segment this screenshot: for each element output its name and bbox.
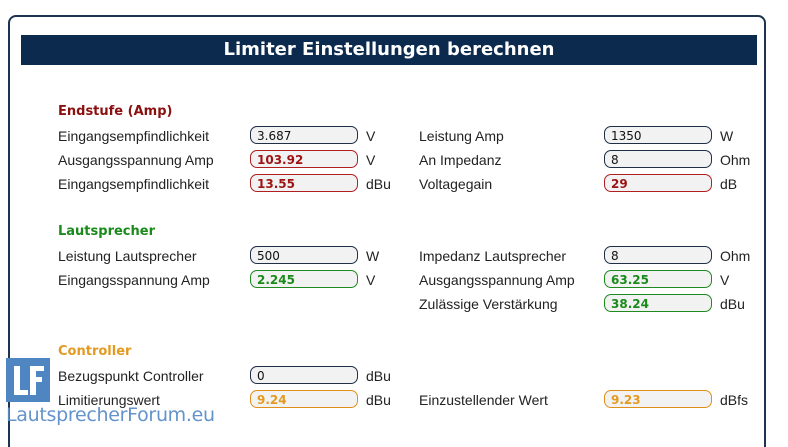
- amp-output-voltage-field[interactable]: 103.92: [250, 150, 358, 168]
- amp-sensitivity-input[interactable]: 3.687: [250, 126, 358, 144]
- controller-set-value-field[interactable]: 9.23: [604, 390, 712, 408]
- amp-impedance-label: An Impedanz: [419, 152, 502, 168]
- speaker-allowed-gain-unit: dBu: [720, 296, 745, 312]
- amp-power-input[interactable]: 1350: [604, 126, 712, 144]
- lautsprecherforum-logo-icon: [6, 358, 50, 402]
- amp-voltage-gain-label: Voltagegain: [419, 176, 493, 192]
- amp-sensitivity-dbu-label: Eingangsempfindlichkeit: [58, 176, 209, 192]
- amp-voltage-gain-unit: dB: [720, 176, 738, 192]
- amp-impedance-input[interactable]: 8: [604, 150, 712, 168]
- amp-impedance-unit: Ohm: [720, 152, 751, 168]
- controller-set-value-label: Einzustellender Wert: [419, 392, 548, 408]
- amp-sensitivity-dbu-unit: dBu: [366, 176, 391, 192]
- speaker-power-input[interactable]: 500: [250, 246, 358, 264]
- speaker-output-voltage-label: Ausgangsspannung Amp: [419, 272, 575, 288]
- amp-output-voltage-label: Ausgangsspannung Amp: [58, 152, 214, 168]
- amp-sensitivity-unit: V: [366, 128, 376, 144]
- controller-limit-unit: dBu: [366, 392, 391, 408]
- amp-output-voltage-unit: V: [366, 152, 376, 168]
- controller-reference-input[interactable]: 0: [250, 366, 358, 384]
- speaker-impedance-input[interactable]: 8: [604, 246, 712, 264]
- speaker-input-voltage-label: Eingangsspannung Amp: [58, 272, 210, 288]
- controller-section-title: Controller: [58, 344, 132, 359]
- amp-sensitivity-dbu-field[interactable]: 13.55: [250, 174, 358, 192]
- amp-power-unit: W: [720, 128, 734, 144]
- speaker-allowed-gain-label: Zulässige Verstärkung: [419, 296, 558, 312]
- speaker-power-unit: W: [366, 248, 380, 264]
- amp-power-label: Leistung Amp: [419, 128, 504, 144]
- speaker-input-voltage-field[interactable]: 2.245: [250, 270, 358, 288]
- page-title: Limiter Einstellungen berechnen: [21, 35, 757, 65]
- amp-voltage-gain-field[interactable]: 29: [604, 174, 712, 192]
- speaker-output-voltage-field[interactable]: 63.25: [604, 270, 712, 288]
- amp-sensitivity-label: Eingangsempfindlichkeit: [58, 128, 209, 144]
- controller-limit-field[interactable]: 9.24: [250, 390, 358, 408]
- speaker-impedance-unit: Ohm: [720, 248, 751, 264]
- controller-set-value-unit: dBfs: [720, 392, 749, 408]
- speaker-allowed-gain-field[interactable]: 38.24: [604, 294, 712, 312]
- controller-reference-label: Bezugspunkt Controller: [58, 368, 204, 384]
- amp-section-title: Endstufe (Amp): [58, 104, 173, 119]
- speaker-output-voltage-unit: V: [720, 272, 730, 288]
- speaker-section-title: Lautsprecher: [58, 224, 155, 239]
- speaker-power-label: Leistung Lautsprecher: [58, 248, 197, 264]
- speaker-impedance-label: Impedanz Lautsprecher: [419, 248, 567, 264]
- watermark-text: LautsprecherForum.eu: [6, 404, 215, 426]
- controller-reference-unit: dBu: [366, 368, 391, 384]
- speaker-input-voltage-unit: V: [366, 272, 376, 288]
